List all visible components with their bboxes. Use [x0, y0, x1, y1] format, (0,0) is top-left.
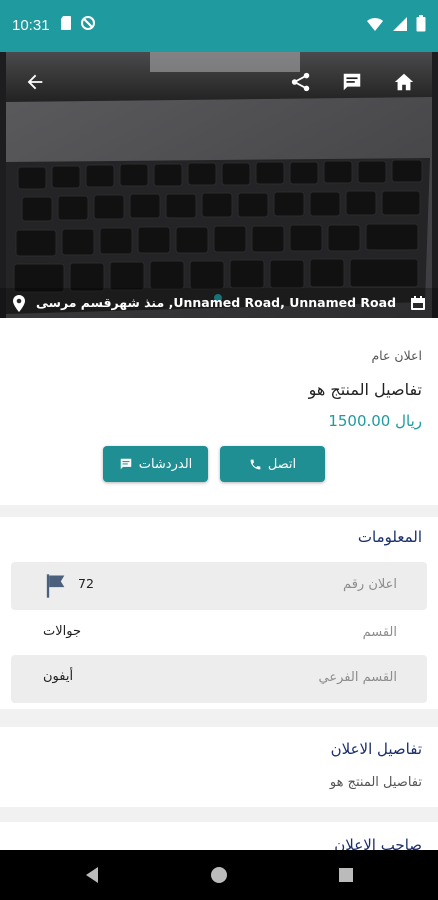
battery-icon — [416, 15, 426, 32]
phone-icon — [250, 459, 261, 469]
ad-date-location: منذ شهرقسم مرسى ,Unnamed Road, Unnamed R… — [36, 295, 397, 310]
comment-icon — [343, 73, 361, 91]
home-icon — [394, 73, 414, 91]
chat-icon — [120, 458, 131, 470]
nav-home-button[interactable] — [209, 865, 229, 885]
ad-number-value: 72 — [78, 576, 94, 591]
back-button[interactable] — [15, 62, 55, 102]
nav-recents-button[interactable] — [336, 865, 356, 885]
calendar-icon — [411, 296, 425, 310]
report-flag-icon[interactable] — [41, 572, 69, 600]
chats-button-label: الدردشات — [138, 456, 193, 472]
details-section — [0, 727, 438, 807]
ad-meta-caption: منذ شهرقسم مرسى ,Unnamed Road, Unnamed R… — [0, 288, 438, 318]
status-time: 10:31 — [12, 17, 50, 34]
hero-toolbar — [0, 62, 438, 102]
share-button[interactable] — [281, 62, 321, 102]
system-nav-bar — [0, 850, 438, 900]
ad-image-gallery[interactable]: منذ شهرقسم مرسى ,Unnamed Road, Unnamed R… — [0, 52, 438, 318]
back-arrow-icon — [27, 74, 43, 90]
section-divider — [0, 505, 438, 517]
info-row-subcategory: أيفون القسم الفرعي — [11, 655, 427, 703]
details-text: تفاصيل المنتج هو — [329, 775, 422, 790]
nav-back-button[interactable] — [82, 865, 102, 885]
section-divider — [0, 807, 438, 822]
signal-icon — [393, 16, 407, 31]
price: 1500.00 ريال — [328, 412, 422, 430]
ad-number-label: اعلان رقم — [343, 577, 397, 592]
info-row-category: جوالات القسم — [11, 610, 427, 658]
no-data-icon — [81, 16, 95, 30]
subcategory-label: القسم الفرعي — [318, 670, 397, 685]
location-pin-icon — [13, 295, 25, 312]
section-divider — [0, 709, 438, 727]
call-button-label: اتصل — [267, 456, 297, 472]
info-heading: المعلومات — [357, 528, 422, 546]
info-row-ad-number: 72 اعلان رقم — [11, 562, 427, 610]
home-button[interactable] — [384, 62, 424, 102]
comment-button[interactable] — [332, 62, 372, 102]
details-heading: تفاصيل الاعلان — [330, 740, 422, 758]
product-title: تفاصيل المنتج هو — [308, 380, 422, 399]
ad-type-label: اعلان عام — [371, 348, 422, 363]
share-icon — [291, 72, 310, 92]
status-bar: 10:31 — [0, 0, 438, 52]
call-button[interactable]: اتصل — [220, 446, 325, 482]
nav-back-icon — [86, 867, 98, 883]
subcategory-value: أيفون — [43, 669, 74, 684]
chats-button[interactable]: الدردشات — [103, 446, 208, 482]
nav-home-icon — [211, 867, 227, 883]
nav-recents-icon — [339, 868, 353, 882]
category-label: القسم — [362, 625, 397, 640]
wifi-icon — [367, 17, 383, 31]
sim-card-icon — [61, 16, 71, 30]
category-value: جوالات — [43, 624, 82, 639]
